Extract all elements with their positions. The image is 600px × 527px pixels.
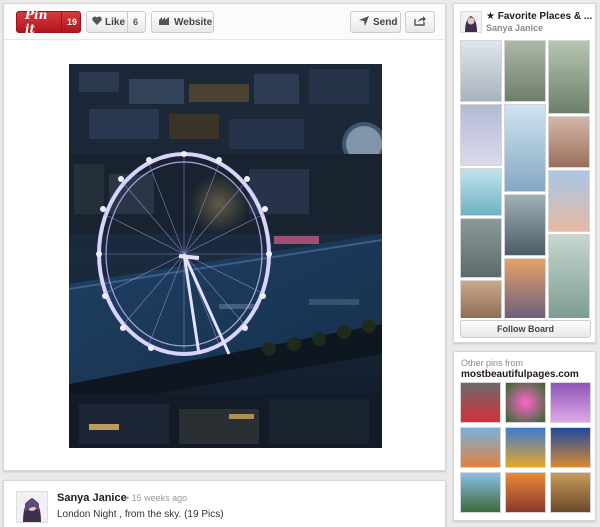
board-pin-grid xyxy=(460,40,591,318)
board-card: ★ Favorite Places & ... Sanya Janice Fol… xyxy=(453,3,596,343)
like-button[interactable]: Like 6 xyxy=(86,11,146,33)
board-owner[interactable]: Sanya Janice xyxy=(486,23,543,33)
board-pin-thumbnail[interactable] xyxy=(460,280,502,318)
other-pin-thumbnail[interactable] xyxy=(460,427,501,468)
other-pin-thumbnail[interactable] xyxy=(505,382,546,423)
other-pin-thumbnail[interactable] xyxy=(460,382,501,423)
board-owner-avatar[interactable] xyxy=(460,11,482,33)
heart-icon xyxy=(92,16,102,28)
other-pin-thumbnail[interactable] xyxy=(550,427,591,468)
pin-card: Pin it 19 Like 6 Website Send xyxy=(3,3,446,471)
london-eye-photo xyxy=(69,64,382,448)
pin-count: 19 xyxy=(61,12,77,32)
pin-toolbar: Pin it 19 Like 6 Website Send xyxy=(4,4,445,40)
board-pin-thumbnail[interactable] xyxy=(504,258,546,318)
board-title[interactable]: ★ Favorite Places & ... xyxy=(486,11,592,22)
website-button[interactable]: Website xyxy=(151,11,214,33)
like-label: Like xyxy=(105,16,126,28)
pin-description: London Night , from the sky. (19 Pics) xyxy=(57,509,224,520)
other-pins-card: Other pins from mostbeautifulpages.com xyxy=(453,351,596,521)
send-button[interactable]: Send xyxy=(350,11,401,33)
pin-timestamp: • 15 weeks ago xyxy=(126,493,188,503)
website-label: Website xyxy=(174,16,213,28)
other-pin-thumbnail[interactable] xyxy=(550,382,591,423)
board-pin-thumbnail[interactable] xyxy=(504,40,546,102)
follow-board-button[interactable]: Follow Board xyxy=(460,320,591,338)
source-domain[interactable]: mostbeautifulpages.com xyxy=(461,369,579,380)
board-pin-thumbnail[interactable] xyxy=(504,104,546,192)
pin-author-card: Sanya Janice • 15 weeks ago London Night… xyxy=(3,480,446,527)
like-count: 6 xyxy=(127,12,138,32)
board-pin-thumbnail[interactable] xyxy=(460,104,502,166)
pin-it-button[interactable]: Pin it 19 xyxy=(16,8,81,36)
pin-it-label: Pin it xyxy=(25,8,48,36)
board-pin-thumbnail[interactable] xyxy=(548,116,590,168)
website-icon xyxy=(158,16,170,29)
author-name[interactable]: Sanya Janice xyxy=(57,492,127,504)
send-icon xyxy=(359,15,369,29)
share-icon xyxy=(414,15,426,29)
board-pin-thumbnail[interactable] xyxy=(548,170,590,232)
board-pin-thumbnail[interactable] xyxy=(548,40,590,114)
other-pin-thumbnail[interactable] xyxy=(460,472,501,513)
board-pin-thumbnail[interactable] xyxy=(460,218,502,278)
other-pins-heading: Other pins from xyxy=(461,358,524,368)
other-pin-thumbnail[interactable] xyxy=(505,427,546,468)
other-pin-thumbnail[interactable] xyxy=(550,472,591,513)
board-pin-thumbnail[interactable] xyxy=(504,194,546,256)
board-pin-thumbnail[interactable] xyxy=(460,168,502,216)
avatar[interactable] xyxy=(16,491,48,523)
other-pins-grid xyxy=(460,382,591,516)
board-pin-thumbnail[interactable] xyxy=(548,234,590,318)
other-pin-thumbnail[interactable] xyxy=(505,472,546,513)
send-label: Send xyxy=(373,16,398,28)
pin-image[interactable] xyxy=(69,64,382,448)
share-button[interactable] xyxy=(405,11,435,33)
board-pin-thumbnail[interactable] xyxy=(460,40,502,102)
